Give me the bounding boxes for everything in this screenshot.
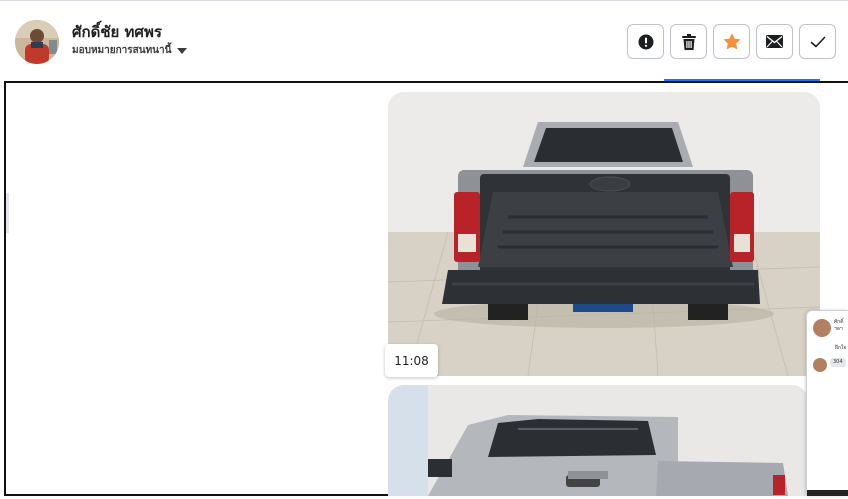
avatar[interactable]	[15, 20, 59, 64]
check-icon	[810, 36, 825, 47]
alert-icon	[638, 34, 653, 49]
caret-down-icon	[177, 47, 188, 54]
avatar-image	[15, 20, 59, 64]
chat-popup-preview[interactable]: ศักดิ์ ฯลฯ ฝึกใจ 304	[806, 310, 848, 496]
mark-unread-button[interactable]	[756, 24, 793, 59]
mini-avatar	[813, 319, 831, 337]
truck-bed-photo	[388, 92, 820, 376]
truck-cab-photo	[388, 385, 808, 496]
delete-button[interactable]	[670, 24, 707, 59]
mini-chat-row[interactable]: ฝึกใจ	[809, 345, 846, 352]
mini-chat-preview: 304	[830, 358, 846, 367]
conversation-header: ศักดิ์ชัย ทศพร มอบหมายการสนทนานี้	[0, 0, 848, 80]
message-timestamp: 11:08	[385, 344, 438, 377]
image-message[interactable]	[388, 385, 808, 496]
mini-chat-row[interactable]: 304	[813, 358, 846, 372]
trash-icon	[681, 33, 696, 50]
mini-chat-name: ฝึกใจ	[835, 345, 847, 351]
envelope-icon	[766, 35, 783, 48]
user-name[interactable]: ศักดิ์ชัย ทศพร	[72, 20, 162, 44]
scroll-indicator	[6, 193, 9, 233]
assign-label: มอบหมายการสนทนานี้	[72, 45, 172, 56]
mini-chat-name: ศักดิ์	[834, 319, 844, 325]
mini-avatar	[813, 358, 827, 372]
image-message[interactable]	[388, 92, 820, 376]
mark-spam-button[interactable]	[627, 24, 664, 59]
assign-conversation-dropdown[interactable]: มอบหมายการสนทนานี้	[72, 43, 188, 58]
header-actions	[627, 24, 836, 59]
star-icon	[723, 33, 740, 49]
mini-chat-row[interactable]: ศักดิ์ ฯลฯ	[813, 319, 843, 337]
star-button[interactable]	[713, 24, 750, 59]
mark-done-button[interactable]	[799, 24, 836, 59]
mini-panel-bottom-bar	[807, 490, 848, 496]
mini-chat-preview: ฯลฯ	[834, 326, 843, 332]
